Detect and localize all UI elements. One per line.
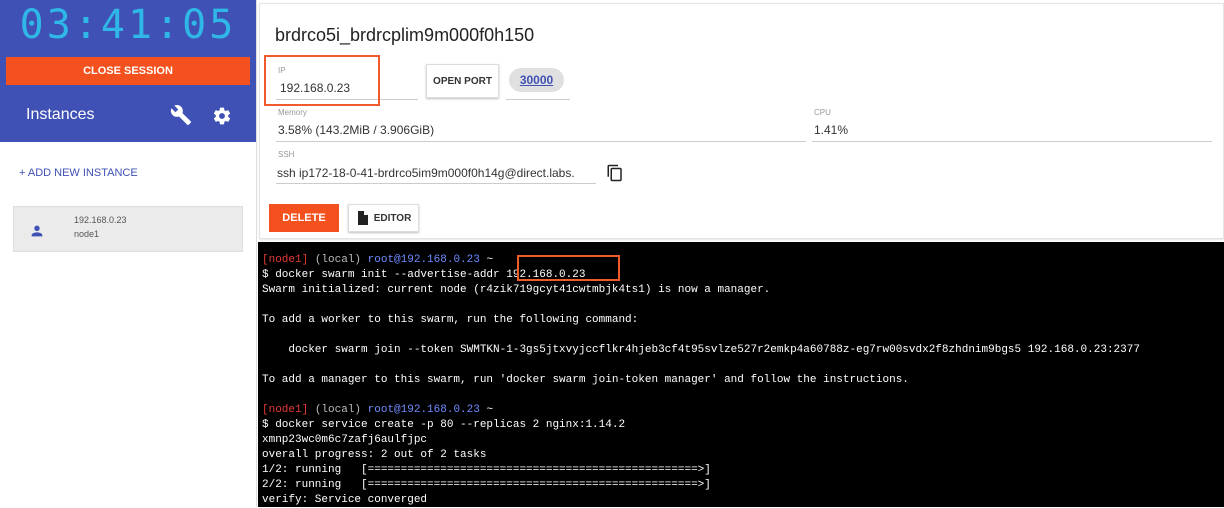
instances-title: Instances xyxy=(26,106,95,123)
cpu-value: 1.41% xyxy=(814,123,849,137)
ip-highlight-box xyxy=(264,55,380,106)
open-port-button[interactable]: OPEN PORT xyxy=(426,64,499,98)
prompt-tail: ~ xyxy=(479,404,494,416)
instance-name: node1 xyxy=(74,229,100,239)
terminal-line: xmnp23wc0m6c7zafj6aulfjpc xyxy=(262,434,428,446)
file-icon xyxy=(358,211,368,225)
terminal-line: docker swarm join --token SWMTKN-1-3gs5j… xyxy=(262,344,1140,356)
terminal-blank xyxy=(262,358,1224,373)
terminal-line: To add a manager to this swarm, run 'doc… xyxy=(262,374,909,386)
session-timer: 03:41:05 xyxy=(19,2,237,48)
prompt-node: [node1] xyxy=(262,404,309,416)
close-session-button[interactable]: CLOSE SESSION xyxy=(6,57,250,85)
memory-underline xyxy=(276,141,806,142)
sidebar-divider xyxy=(256,0,257,507)
terminal-blank xyxy=(262,328,1224,343)
sidebar: 03:41:05 CLOSE SESSION Instances + ADD N… xyxy=(0,0,256,507)
ssh-underline xyxy=(276,183,596,184)
terminal-prompt: [node1] (local) root@192.168.0.23 ~ xyxy=(262,253,1224,268)
prompt-local: (local) xyxy=(308,404,368,416)
prompt-user: root@192.168.0.23 xyxy=(367,404,480,416)
terminal-blank xyxy=(262,388,1224,403)
session-header: 03:41:05 CLOSE SESSION Instances xyxy=(0,0,256,142)
terminal-line: $ docker swarm init --advertise-addr 192… xyxy=(262,269,586,281)
instance-ip: 192.168.0.23 xyxy=(74,215,127,225)
prompt-node: [node1] xyxy=(262,254,309,266)
terminal-line: 1/2: running [==========================… xyxy=(262,464,711,476)
terminal-line: To add a worker to this swarm, run the f… xyxy=(262,314,639,326)
terminal-line: Swarm initialized: current node (r4zik71… xyxy=(262,284,771,296)
gear-icon[interactable] xyxy=(212,106,232,126)
ssh-value[interactable]: ssh ip172-18-0-41-brdrco5im9m000f0h14g@d… xyxy=(277,166,595,180)
person-icon xyxy=(31,225,43,237)
wrench-icon[interactable] xyxy=(170,104,192,126)
add-new-instance-link[interactable]: + ADD NEW INSTANCE xyxy=(19,167,138,179)
port-link[interactable]: 30000 xyxy=(509,68,564,92)
terminal-line: verify: Service converged xyxy=(262,494,428,506)
terminal-blank xyxy=(262,298,1224,313)
copy-icon[interactable] xyxy=(606,164,624,182)
cpu-label: CPU xyxy=(814,108,831,117)
ssh-label: SSH xyxy=(278,150,295,159)
advertise-addr-highlight-box xyxy=(517,255,620,281)
port-underline xyxy=(506,99,570,100)
terminal-line: $ docker service create -p 80 --replicas… xyxy=(262,419,626,431)
prompt-tail: ~ xyxy=(479,254,494,266)
memory-value: 3.58% (143.2MiB / 3.906GiB) xyxy=(278,123,435,137)
delete-button[interactable]: DELETE xyxy=(269,204,339,232)
prompt-local: (local) xyxy=(308,254,368,266)
instance-list-item[interactable]: 192.168.0.23 node1 xyxy=(13,206,243,252)
cpu-underline xyxy=(812,141,1212,142)
terminal-line: overall progress: 2 out of 2 tasks xyxy=(262,449,487,461)
terminal-prompt: [node1] (local) root@192.168.0.23 ~ xyxy=(262,403,1224,418)
terminal-line: 2/2: running [==========================… xyxy=(262,479,711,491)
prompt-user: root@192.168.0.23 xyxy=(367,254,480,266)
terminal[interactable]: [node1] (local) root@192.168.0.23 ~ $ do… xyxy=(258,242,1224,507)
memory-label: Memory xyxy=(278,108,307,117)
instance-hostname: brdrco5i_brdrcplim9m000f0h150 xyxy=(275,25,535,45)
